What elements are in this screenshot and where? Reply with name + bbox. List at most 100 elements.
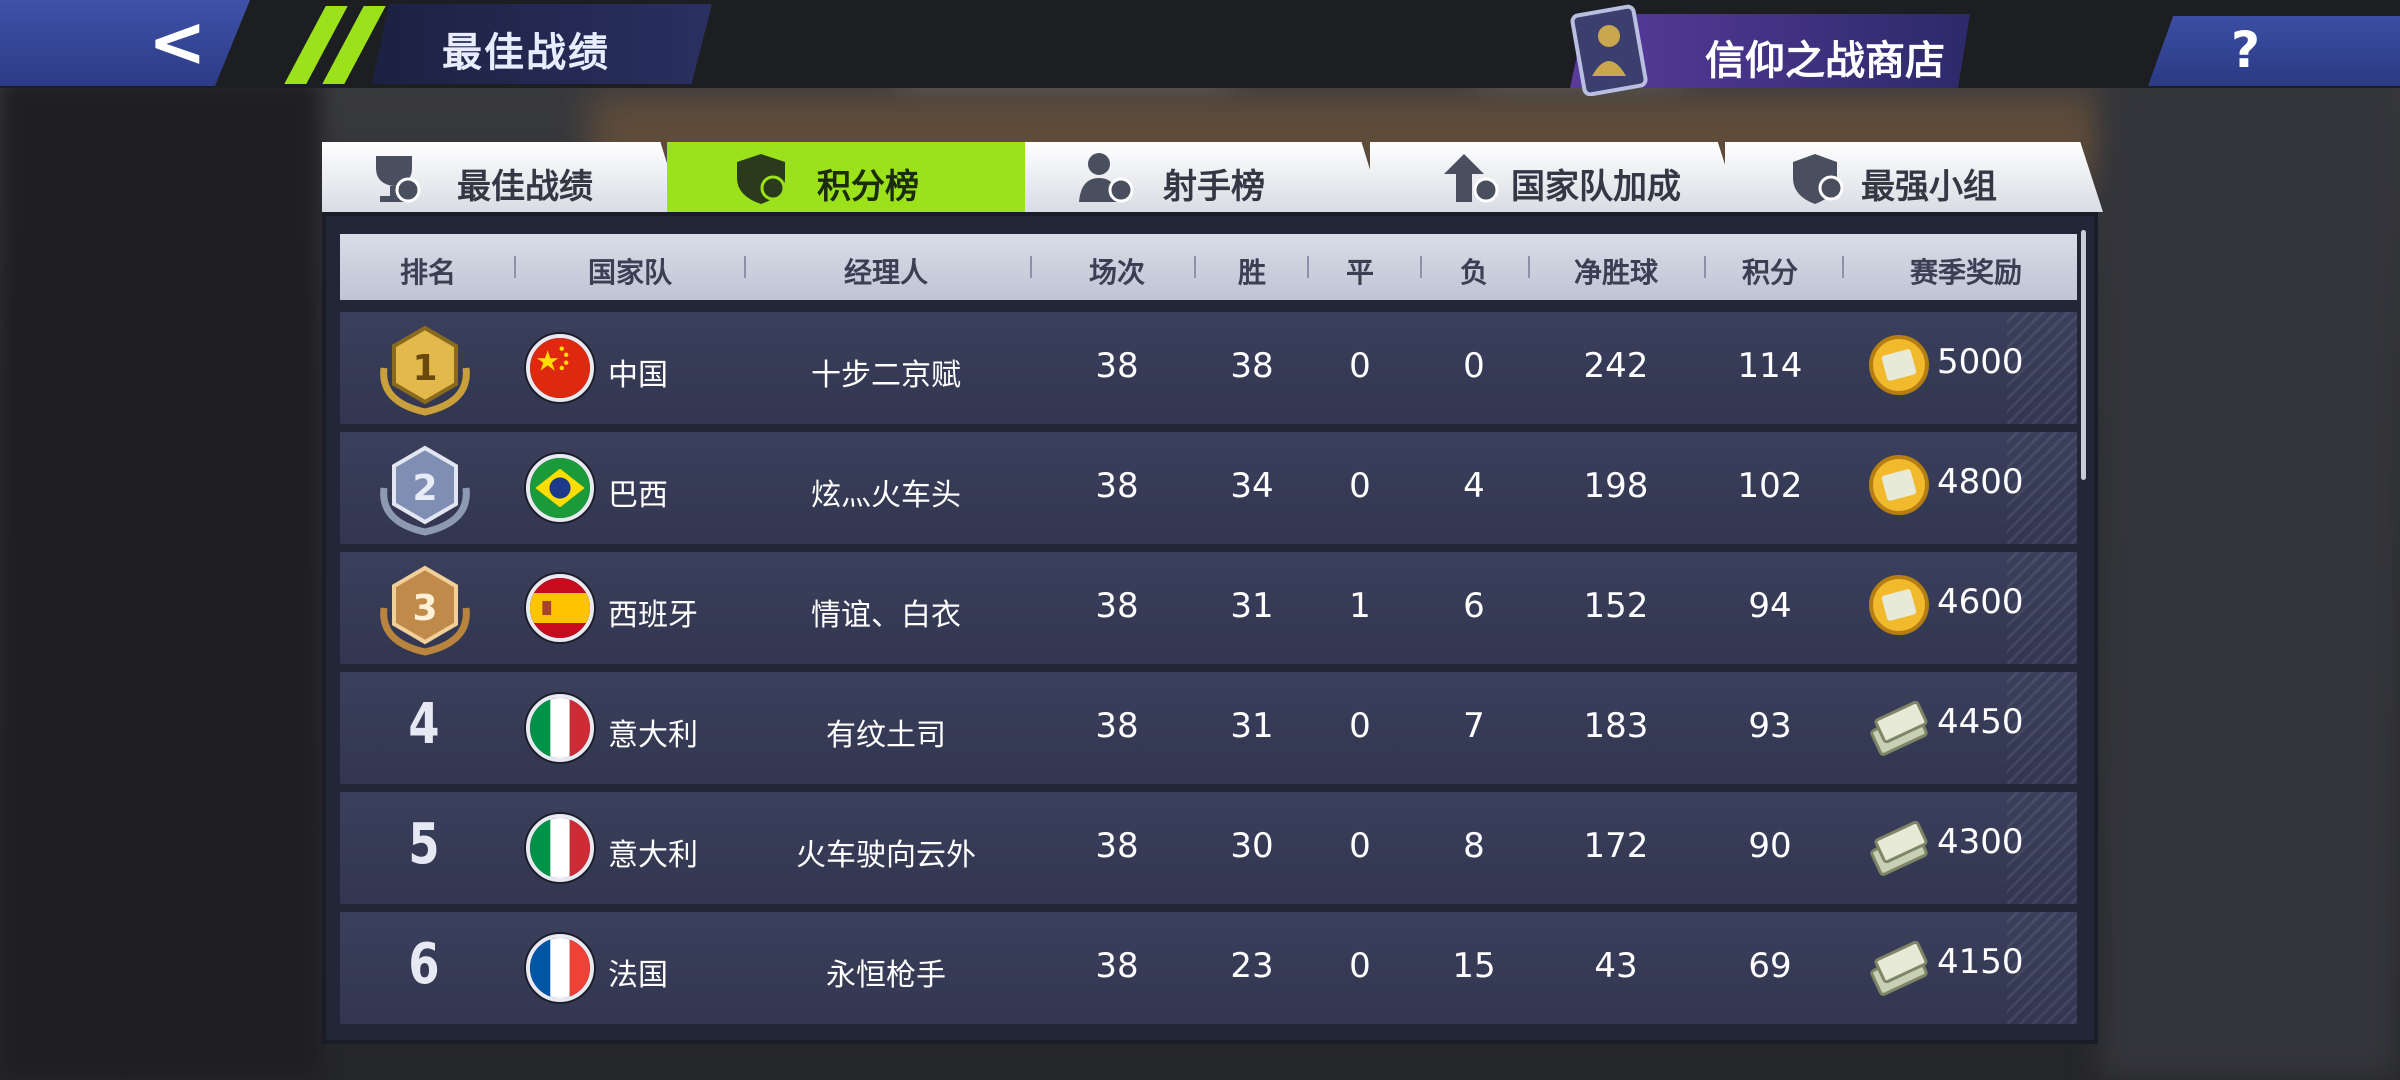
- back-button[interactable]: <: [0, 0, 250, 86]
- col-points: 积分: [1741, 256, 1799, 289]
- bronze-medal-icon: 3: [380, 565, 470, 656]
- flag-italy-icon: [526, 694, 594, 762]
- standings-table: 排名 国家队 经理人 场次 胜 平 负 净胜球 积分 赛季奖励 1 中国 十步二…: [322, 212, 2098, 1044]
- manager-name: 永恒枪手: [826, 958, 946, 993]
- table-row[interactable]: 1 中国 十步二京赋 38 38 0 0 242 114 5000: [340, 312, 2077, 424]
- losses: 7: [1463, 706, 1485, 746]
- draws: 1: [1349, 586, 1371, 626]
- gold-coin-icon: [1869, 455, 1929, 515]
- played: 38: [1095, 826, 1139, 866]
- flag-brazil-icon: [526, 454, 594, 522]
- gold-medal-icon: 1: [380, 325, 470, 416]
- rank-number: 6: [408, 932, 440, 997]
- team-name: 西班牙: [608, 598, 698, 633]
- svg-text:2: 2: [412, 468, 437, 509]
- points: 93: [1748, 706, 1792, 746]
- wins: 30: [1230, 826, 1274, 866]
- goal-diff: 43: [1594, 946, 1638, 986]
- flag-italy-icon: [526, 814, 594, 882]
- team-name: 巴西: [608, 478, 668, 513]
- svg-text:3: 3: [412, 588, 437, 629]
- arrow-up-badge-icon: [1444, 154, 1499, 203]
- tab-top-scorers[interactable]: 射手榜: [1025, 142, 1383, 212]
- tab-strongest-group[interactable]: 最强小组: [1725, 142, 2103, 212]
- losses: 8: [1463, 826, 1485, 866]
- col-season-reward: 赛季奖励: [1909, 256, 2023, 289]
- manager-name: 炫灬火车头: [811, 478, 961, 513]
- losses: 6: [1463, 586, 1485, 626]
- tab-standings[interactable]: 积分榜: [667, 142, 1049, 212]
- losses: 15: [1452, 946, 1496, 986]
- silver-medal-icon: 2: [380, 445, 470, 536]
- table-row[interactable]: 4 意大利 有纹土司 38 31 0 7 183 93 4450: [340, 672, 2077, 784]
- page-title-panel: 最佳战绩: [372, 4, 712, 84]
- tab-best-record[interactable]: 最佳战绩: [322, 142, 682, 212]
- back-arrow-icon: <: [148, 1, 207, 83]
- table-row[interactable]: 3 西班牙 情谊、白衣 38 31 1 6 152 94 4600: [340, 552, 2077, 664]
- cash-stack-icon: [1870, 940, 1928, 996]
- goal-diff: 198: [1583, 466, 1649, 506]
- col-goal-diff: 净胜球: [1573, 256, 1659, 289]
- help-button[interactable]: ?: [2148, 16, 2400, 86]
- table-scrollbar[interactable]: [2081, 230, 2086, 480]
- points: 102: [1737, 466, 1803, 506]
- wins: 31: [1230, 586, 1274, 626]
- manager-name: 有纹土司: [826, 718, 946, 753]
- table-row[interactable]: 5 意大利 火车驶向云外 38 30 0 8 172 90 4300: [340, 792, 2077, 904]
- tab-label: 国家队加成: [1511, 167, 1681, 207]
- manager-name: 情谊、白衣: [811, 598, 961, 633]
- played: 38: [1095, 946, 1139, 986]
- points: 94: [1748, 586, 1792, 626]
- accent-stripes: [284, 6, 386, 84]
- played: 38: [1095, 466, 1139, 506]
- tab-label: 最强小组: [1861, 167, 1997, 207]
- flag-china-icon: [526, 334, 594, 402]
- svg-text:1: 1: [412, 348, 437, 389]
- wins: 31: [1230, 706, 1274, 746]
- team-name: 意大利: [608, 718, 698, 753]
- goal-diff: 242: [1583, 346, 1649, 386]
- draws: 0: [1349, 346, 1371, 386]
- played: 38: [1095, 346, 1139, 386]
- col-team: 国家队: [587, 256, 673, 289]
- goal-diff: 172: [1583, 826, 1649, 866]
- table-row[interactable]: 6 法国 永恒枪手 38 23 0 15 43 69 4150: [340, 912, 2077, 1024]
- gold-coin-icon: [1869, 335, 1929, 395]
- draws: 0: [1349, 706, 1371, 746]
- draws: 0: [1349, 946, 1371, 986]
- shop-card-icon: [1570, 4, 1648, 96]
- cash-stack-icon: [1870, 700, 1928, 756]
- tab-label: 积分榜: [817, 167, 919, 207]
- col-manager: 经理人: [843, 256, 929, 289]
- col-played: 场次: [1088, 256, 1146, 289]
- col-rank: 排名: [399, 256, 457, 289]
- team-name: 意大利: [608, 838, 698, 873]
- page-title: 最佳战绩: [442, 30, 610, 76]
- points: 90: [1748, 826, 1792, 866]
- draws: 0: [1349, 466, 1371, 506]
- gold-coin-icon: [1869, 575, 1929, 635]
- played: 38: [1095, 706, 1139, 746]
- wins: 34: [1230, 466, 1274, 506]
- rank-number: 5: [408, 812, 440, 877]
- table-header: 排名 国家队 经理人 场次 胜 平 负 净胜球 积分 赛季奖励: [340, 234, 2077, 300]
- flag-france-icon: [526, 934, 594, 1002]
- cash-stack-icon: [1870, 820, 1928, 876]
- wins: 23: [1230, 946, 1274, 986]
- team-name: 法国: [608, 958, 668, 993]
- points: 114: [1737, 346, 1803, 386]
- help-icon: ?: [2231, 21, 2261, 79]
- tab-label: 射手榜: [1163, 167, 1265, 207]
- tab-national-bonus[interactable]: 国家队加成: [1370, 142, 1740, 212]
- points: 69: [1748, 946, 1792, 986]
- table-row[interactable]: 2 巴西 炫灬火车头 38 34 0 4 198 102 4800: [340, 432, 2077, 544]
- manager-name: 十步二京赋: [811, 358, 961, 393]
- losses: 0: [1463, 346, 1485, 386]
- shield-icon: [737, 154, 786, 204]
- goal-diff: 183: [1583, 706, 1649, 746]
- flag-spain-icon: [526, 574, 594, 642]
- wins: 38: [1230, 346, 1274, 386]
- draws: 0: [1349, 826, 1371, 866]
- col-win: 胜: [1237, 256, 1267, 289]
- losses: 4: [1463, 466, 1485, 506]
